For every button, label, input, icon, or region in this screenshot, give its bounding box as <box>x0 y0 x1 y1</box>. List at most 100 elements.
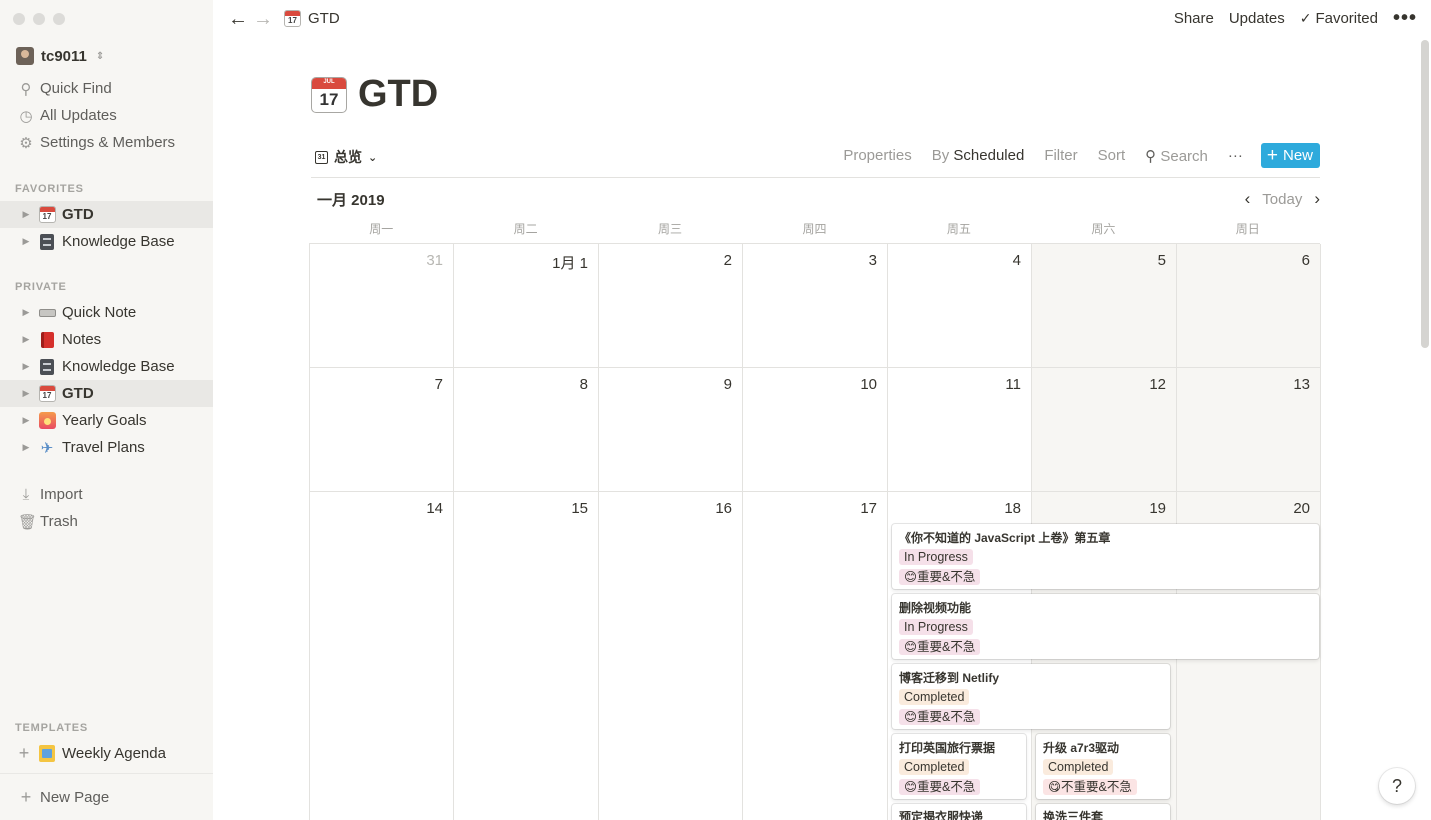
event-card[interactable]: 删除视频功能 In Progress 😊重要&不急 <box>892 594 1319 659</box>
calendar-day-cell[interactable]: 1月 1 <box>454 244 599 368</box>
status-badge: In Progress <box>899 549 973 565</box>
sidebar-item-all-updates[interactable]: ◷ All Updates <box>0 102 213 129</box>
expand-triangle-icon[interactable]: ▶ <box>20 334 32 345</box>
calendar-day-cell[interactable]: 3 <box>743 244 888 368</box>
expand-triangle-icon[interactable]: ▶ <box>20 415 32 426</box>
share-button[interactable]: Share <box>1174 10 1214 27</box>
calendar-day-cell[interactable]: 11 <box>888 368 1032 492</box>
help-button[interactable]: ? <box>1379 768 1415 804</box>
sidebar-item-quick-find[interactable]: ⚲ Quick Find <box>0 75 213 102</box>
search-button[interactable]: ⚲ Search <box>1145 147 1208 165</box>
event-card[interactable]: 升级 a7r3驱动 Completed 😋不重要&不急 <box>1036 734 1170 799</box>
sidebar-item-settings[interactable]: ⚙ Settings & Members <box>0 129 213 156</box>
sidebar-item-label: Quick Note <box>62 304 137 321</box>
chevron-left-icon[interactable]: ‹ <box>1245 189 1251 209</box>
sort-button[interactable]: Sort <box>1098 147 1126 164</box>
event-card[interactable]: 《你不知道的 JavaScript 上卷》第五章 In Progress 😊重要… <box>892 524 1319 589</box>
day-number: 31 <box>426 252 443 269</box>
calendar-day-cell[interactable]: 12 <box>1032 368 1177 492</box>
calendar-day-cell[interactable]: 5 <box>1032 244 1177 368</box>
scrollbar[interactable] <box>1421 40 1429 348</box>
calendar-month-label: 一月 2019 <box>317 192 385 209</box>
filter-button[interactable]: Filter <box>1044 147 1077 164</box>
sidebar-item-label: Knowledge Base <box>62 358 175 375</box>
expand-triangle-icon[interactable]: ▶ <box>20 307 32 318</box>
back-arrow-icon[interactable]: ← <box>228 8 248 31</box>
calendar-day-cell[interactable]: 4 <box>888 244 1032 368</box>
calendar-day-cell[interactable]: 15 <box>454 492 599 820</box>
event-card[interactable]: 换洗三件套 <box>1036 804 1170 820</box>
weekday-label: 周二 <box>513 222 538 236</box>
divider <box>0 773 213 774</box>
new-page-button[interactable]: + New Page <box>0 784 213 811</box>
sidebar-item-knowledge-base[interactable]: ▶ Knowledge Base <box>0 353 213 380</box>
calendar-day-cell[interactable]: 14 <box>310 492 454 820</box>
expand-triangle-icon[interactable]: ▶ <box>20 209 32 220</box>
expand-triangle-icon[interactable]: ▶ <box>20 388 32 399</box>
properties-button[interactable]: Properties <box>843 147 911 164</box>
calendar-icon-day: 17 <box>319 89 339 109</box>
file-cabinet-icon <box>38 233 56 251</box>
forward-arrow-icon[interactable]: → <box>253 8 273 31</box>
sidebar-item-label: Notes <box>62 331 102 348</box>
sidebar-item-trash[interactable]: 🗑 Trash <box>0 508 213 535</box>
updates-button[interactable]: Updates <box>1229 10 1285 27</box>
expand-triangle-icon[interactable]: ▶ <box>20 236 32 247</box>
more-options-button[interactable]: ••• <box>1393 8 1417 28</box>
group-by-button[interactable]: By Scheduled <box>932 147 1025 164</box>
minimize-window-button[interactable] <box>33 13 45 25</box>
new-button[interactable]: + New <box>1260 143 1320 168</box>
group-by-value: Scheduled <box>953 147 1025 164</box>
priority-badge: 😊重要&不急 <box>899 779 981 795</box>
sidebar-item-import[interactable]: ⤓ Import <box>0 481 213 508</box>
new-page-label: New Page <box>40 789 110 806</box>
favorites-heading: FAVORITES <box>15 183 84 195</box>
page-title: JUL 17 GTD <box>311 73 438 116</box>
breadcrumb[interactable]: 17 GTD <box>284 10 340 27</box>
calendar-day-cell[interactable]: 16 <box>599 492 743 820</box>
expand-triangle-icon[interactable]: ▶ <box>20 361 32 372</box>
event-card[interactable]: 打印英国旅行票据 Completed 😊重要&不急 <box>892 734 1026 799</box>
zoom-window-button[interactable] <box>53 13 65 25</box>
today-button[interactable]: Today <box>1262 191 1302 208</box>
sidebar-item-yearly-goals[interactable]: ▶ Yearly Goals <box>0 407 213 434</box>
calendar-day-cell[interactable]: 13 <box>1177 368 1321 492</box>
day-number: 7 <box>434 376 443 393</box>
sidebar-item-notes[interactable]: ▶ Notes <box>0 326 213 353</box>
calendar-day-cell[interactable]: 2 <box>599 244 743 368</box>
sidebar-item-favorite-gtd[interactable]: ▶ 17 GTD <box>0 201 213 228</box>
calendar-day-cell[interactable]: 6 <box>1177 244 1321 368</box>
weekday-label: 周五 <box>946 222 971 236</box>
event-card[interactable]: 博客迁移到 Netlify Completed 😊重要&不急 <box>892 664 1170 729</box>
workspace-switcher[interactable]: tc9011 ⇕ <box>16 47 104 65</box>
breadcrumb-label: GTD <box>308 10 340 27</box>
view-more-button[interactable]: ··· <box>1228 147 1243 164</box>
sidebar-item-quick-note[interactable]: ▶ Quick Note <box>0 299 213 326</box>
add-icon[interactable]: + <box>16 743 32 764</box>
chevron-right-icon[interactable]: › <box>1314 189 1320 209</box>
sidebar-item-favorite-knowledge-base[interactable]: ▶ Knowledge Base <box>0 228 213 255</box>
sidebar-item-travel-plans[interactable]: ▶ ✈ Travel Plans <box>0 434 213 461</box>
close-window-button[interactable] <box>13 13 25 25</box>
calendar-day-cell[interactable]: 17 <box>743 492 888 820</box>
page-title-text[interactable]: GTD <box>358 73 438 116</box>
sidebar-item-weekly-agenda[interactable]: + Weekly Agenda <box>0 740 213 767</box>
calendar-day-cell[interactable]: 31 <box>310 244 454 368</box>
plus-icon: + <box>20 787 32 807</box>
chevron-updown-icon: ⇕ <box>95 50 105 62</box>
calendar-day-cell[interactable]: 9 <box>599 368 743 492</box>
calendar-day-cell[interactable]: 10 <box>743 368 888 492</box>
expand-triangle-icon[interactable]: ▶ <box>20 442 32 453</box>
sidebar-item-gtd[interactable]: ▶ 17 GTD <box>0 380 213 407</box>
sidebar-item-label: All Updates <box>40 107 117 124</box>
calendar-icon[interactable]: JUL 17 <box>311 76 347 113</box>
view-switcher[interactable]: 31 总览 ⌄ <box>315 147 377 167</box>
event-title: 升级 a7r3驱动 <box>1043 741 1120 755</box>
calendar-day-cell[interactable]: 8 <box>454 368 599 492</box>
day-number: 3 <box>868 252 877 269</box>
event-card[interactable]: 预定揭衣服快递 <box>892 804 1026 820</box>
calendar-day-cell[interactable]: 7 <box>310 368 454 492</box>
favorited-button[interactable]: ✓ Favorited <box>1300 10 1378 27</box>
calendar-view-icon: 31 <box>315 150 328 164</box>
group-by-label: By <box>931 147 950 164</box>
